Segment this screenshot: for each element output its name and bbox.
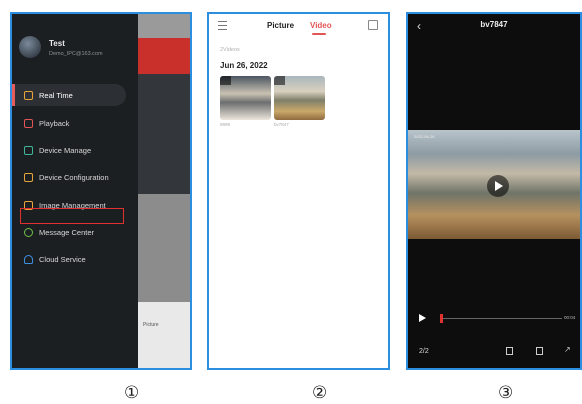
user-email: Demo_IPC@163.com [49, 51, 103, 57]
progress-track[interactable] [440, 318, 562, 319]
video-badge-icon [274, 76, 285, 85]
menu-item-playback[interactable]: Playback [12, 112, 138, 134]
play-square-icon [24, 90, 33, 100]
menu-item-label: Message Center [39, 227, 95, 237]
step-caption-3: ③ [498, 383, 514, 403]
menu-item-label: Cloud Service [39, 254, 86, 264]
play-icon[interactable] [419, 314, 426, 322]
step-caption-2: ② [312, 383, 328, 403]
duration-label: 00:04 [564, 315, 576, 320]
menu-item-device-manage[interactable]: Device Manage [12, 139, 138, 161]
menu-item-label: Device Manage [39, 145, 92, 155]
background-footer [138, 302, 190, 368]
menu-item-label: Playback [39, 118, 70, 128]
video-thumbnail[interactable] [274, 76, 325, 120]
background-list-area [138, 194, 190, 304]
page-indicator: 2/2 [419, 348, 429, 355]
background-footer-label: Picture [143, 322, 159, 328]
delete-icon[interactable] [506, 347, 513, 355]
tab-picture[interactable]: Picture [267, 21, 294, 30]
menu-item-message-center[interactable]: Message Center [12, 221, 138, 243]
message-icon [24, 227, 33, 237]
step-caption-1: ① [124, 383, 140, 403]
background-header [138, 38, 190, 74]
tab-video[interactable]: Video [310, 21, 332, 30]
share-icon[interactable] [536, 347, 543, 355]
menu-item-label: Device Configuration [39, 172, 109, 182]
progress-knob[interactable] [440, 314, 443, 323]
play-overlay-icon[interactable] [487, 175, 509, 197]
thumbnail-caption: bv7847 [274, 122, 289, 127]
menu-item-device-configuration[interactable]: Device Configuration [12, 166, 138, 188]
video-frame[interactable]: 2022-06-26 [408, 130, 580, 239]
video-player-screen: ‹ bv7847 2022-06-26 00:04 2/2 ↗ [406, 12, 582, 370]
edit-icon[interactable] [368, 20, 378, 30]
image-management-highlight [20, 208, 124, 224]
avatar[interactable] [19, 36, 41, 58]
user-name: Test [49, 39, 65, 48]
camera-icon [24, 145, 33, 155]
menu-item-real-time[interactable]: Real Time [12, 84, 126, 106]
active-tab-indicator [312, 33, 326, 35]
background-video-area [138, 74, 190, 194]
video-title: bv7847 [480, 20, 508, 29]
video-timestamp: 2022-06-26 [414, 134, 435, 139]
side-menu-screen: Picture Test Demo_IPC@163.com Real Time … [10, 12, 192, 370]
menu-icon[interactable] [218, 21, 227, 30]
video-thumbnail[interactable] [220, 76, 271, 120]
menu-item-label: Real Time [39, 90, 73, 100]
image-management-screen: Picture Video 2Videos Jun 26, 2022 9999 … [207, 12, 390, 370]
settings-square-icon [24, 172, 33, 182]
video-badge-icon [220, 76, 231, 85]
fullscreen-icon[interactable]: ↗ [564, 345, 571, 354]
playback-icon [24, 118, 33, 128]
cloud-icon [24, 254, 33, 264]
navigation-drawer: Test Demo_IPC@163.com Real Time Playback… [12, 14, 138, 368]
date-heading: Jun 26, 2022 [220, 61, 268, 70]
menu-item-cloud-service[interactable]: Cloud Service [12, 248, 138, 270]
video-count: 2Videos [220, 47, 240, 53]
thumbnail-caption: 9999 [220, 122, 231, 127]
header-bar: Picture Video [209, 14, 388, 40]
active-indicator [12, 84, 15, 106]
